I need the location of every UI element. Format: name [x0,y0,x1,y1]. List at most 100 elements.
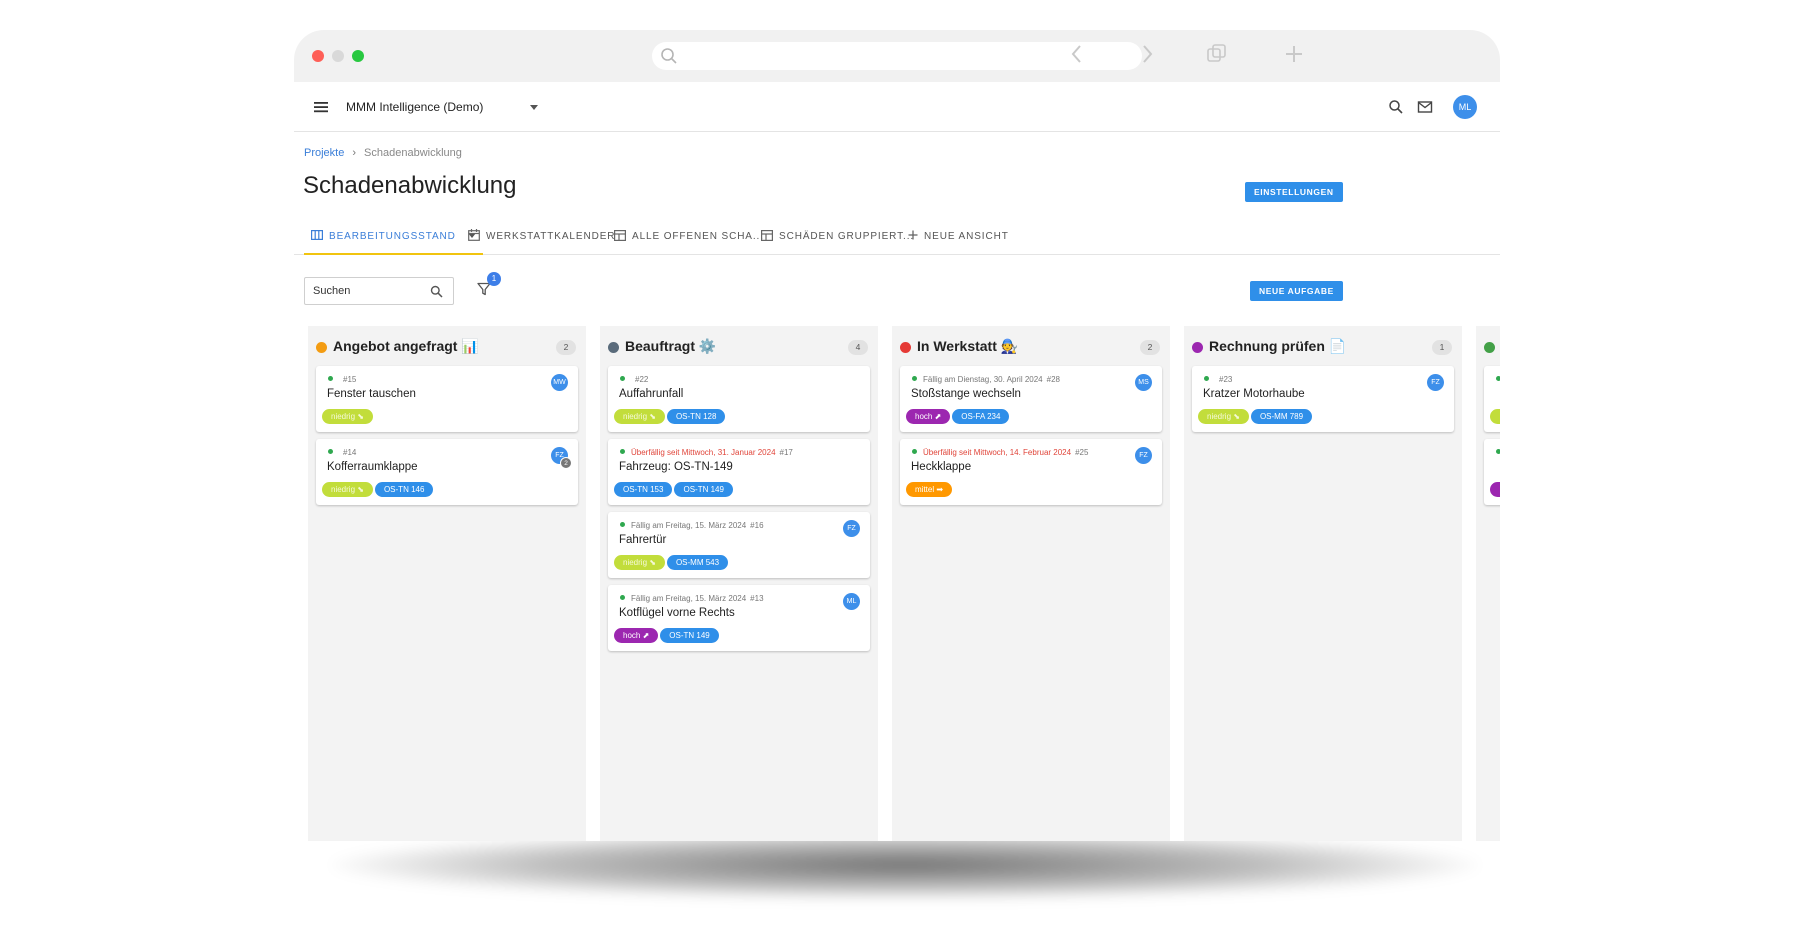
column-count-badge: 2 [1140,340,1160,355]
priority-tag: niedrig ⬊ [614,555,665,570]
new-task-button[interactable]: NEUE AUFGABE [1250,281,1343,301]
table-icon [761,229,774,241]
license-plate-tag: OS-TN 149 [674,482,733,497]
license-plate-tag: OS-TN 149 [660,628,719,643]
settings-button[interactable]: EINSTELLUNGEN [1245,182,1343,202]
status-dot [912,376,917,381]
card-title: Kofferraumklappe [327,461,418,473]
card-meta: #14 [328,448,356,457]
tab-neue-ansicht[interactable]: NEUE ANSICHT [908,222,1009,255]
card-tags: niedrig ⬊ [322,409,375,425]
card-meta: Überfällig seit Mittwoch, 14. Februar 20… [912,448,1088,457]
tab-label: SCHÄDEN GRUPPIERT... [779,231,915,242]
task-card[interactable]: Überfällig seit Mittwoch, 31. Januar 202… [608,439,870,505]
board-column [1476,326,1500,841]
task-card[interactable]: #22 Auffahrunfall niedrig ⬊ OS-TN 128 [608,366,870,432]
breadcrumb-projects-link[interactable]: Projekte [304,147,344,159]
organization-selector[interactable]: MMM Intelligence (Demo) [346,100,483,114]
card-number: #28 [1046,375,1060,384]
chevron-down-icon[interactable] [530,105,538,110]
tab-alle-offenen-schaeden[interactable]: ALLE OFFENEN SCHA... [614,222,764,255]
card-title: Auffahrunfall [619,388,684,400]
mail-icon[interactable] [1417,99,1433,115]
card-tags: niedrig ⬊ OS-TN 146 [322,482,435,498]
tab-schaeden-gruppiert[interactable]: SCHÄDEN GRUPPIERT... [761,222,914,255]
search-input[interactable] [305,278,415,304]
assignee-avatar[interactable]: MW [551,374,568,391]
kanban-board: Angebot angefragt 📊 2 #15 Fenster tauschen n… [308,326,1500,841]
card-meta: Fällig am Freitag, 15. März 2024 #13 [620,594,764,603]
card-meta: Überfällig seit Mittwoch, 31. Januar 202… [620,448,793,457]
card-number: #14 [343,448,357,457]
column-title: Beauftragt ⚙️ [625,338,717,354]
license-plate-tag: OS-FA 234 [952,409,1010,424]
filter-count-badge: 1 [487,272,501,286]
license-plate-tag: OS-TN 146 [374,482,434,497]
assignee-avatar[interactable]: ML [843,593,860,610]
tab-werkstattkalender[interactable]: WERKSTATTKALENDER [468,222,615,255]
card-tags: mittel ➡ [906,482,954,498]
address-bar[interactable] [652,42,1142,70]
tab-bearbeitungsstand[interactable]: BEARBEITUNGSSTAND [304,222,483,255]
column-status-dot [1484,342,1495,353]
card-title: Kotflügel vorne Rechts [619,607,735,619]
task-card[interactable]: #14 Kofferraumklappe niedrig ⬊ OS-TN 146 FZ 2 [316,439,578,505]
card-tags: hoch ⬈ OS-FA 234 [906,409,1011,425]
priority-tag: niedrig ⬊ [1198,409,1249,424]
card-meta: #15 [328,375,356,384]
maximize-window-button[interactable] [352,50,364,62]
status-dot [328,449,333,454]
back-icon[interactable] [1070,44,1084,64]
card-title: Fahrertür [619,534,667,546]
card-due-date: Überfällig seit Mittwoch, 31. Januar 202… [631,448,776,457]
column-status-dot [316,342,327,353]
card-number: #13 [750,594,764,603]
card-tags: niedrig ⬊ OS-TN 128 [614,409,727,425]
card-title: Kratzer Motorhaube [1203,388,1305,400]
search-icon[interactable] [430,285,443,298]
priority-tag [1490,482,1500,497]
menu-icon[interactable] [314,101,328,113]
tabs-overview-icon[interactable] [1206,44,1228,64]
column-title: Angebot angefragt 📊 [333,338,479,354]
search-field [304,277,454,305]
close-window-button[interactable] [312,50,324,62]
card-number: #22 [635,375,649,384]
task-card[interactable]: Fällig am Freitag, 15. März 2024 #16 Fahre… [608,512,870,578]
priority-tag: mittel ➡ [906,482,953,497]
app-content: MMM Intelligence (Demo) ML Projekte › Scha… [294,82,1500,841]
status-dot [620,522,625,527]
board-column: Beauftragt ⚙️ 4 #22 Auffahrunfall niedrig ⬊ O… [600,326,878,841]
new-tab-icon[interactable] [1284,44,1304,64]
calendar-icon [468,229,480,242]
view-tabs: BEARBEITUNGSSTAND WERKSTATTKALENDER ALLE… [294,222,1500,255]
task-card[interactable]: Überfällig seit Mittwoch, 14. Februar 20… [900,439,1162,505]
column-status-dot [608,342,619,353]
screenshot-stage: MMM Intelligence (Demo) ML Projekte › Scha… [0,0,1800,941]
assignee-avatar[interactable]: FZ [843,520,860,537]
task-card[interactable] [1484,439,1500,505]
task-card[interactable]: Fällig am Dienstag, 30. April 2024 #28 Sto… [900,366,1162,432]
column-header: Angebot angefragt 📊 2 [316,338,578,358]
priority-tag [1490,409,1500,424]
task-card[interactable]: Fällig am Freitag, 15. März 2024 #13 Kotfl… [608,585,870,651]
card-number: #16 [750,521,764,530]
tab-label: BEARBEITUNGSSTAND [329,231,456,242]
task-card[interactable] [1484,366,1500,432]
assignee-avatar[interactable]: FZ [1427,374,1444,391]
search-icon[interactable] [1388,99,1404,115]
assignee-avatar[interactable]: FZ [1135,447,1152,464]
additional-assignees-badge: 2 [560,457,572,469]
forward-icon[interactable] [1140,44,1154,64]
task-card[interactable]: #15 Fenster tauschen niedrig ⬊ MW [316,366,578,432]
minimize-window-button[interactable] [332,50,344,62]
task-card[interactable]: #23 Kratzer Motorhaube niedrig ⬊ OS-MM 789 F… [1192,366,1454,432]
priority-tag: hoch ⬈ [614,628,659,643]
user-avatar[interactable]: ML [1453,95,1477,119]
card-due-date: Überfällig seit Mittwoch, 14. Februar 20… [923,448,1072,457]
breadcrumb-separator: › [352,147,357,159]
status-dot [620,376,625,381]
tab-label: ALLE OFFENEN SCHA... [632,231,764,242]
column-header: Beauftragt ⚙️ 4 [608,338,870,358]
assignee-avatar[interactable]: MS [1135,374,1152,391]
